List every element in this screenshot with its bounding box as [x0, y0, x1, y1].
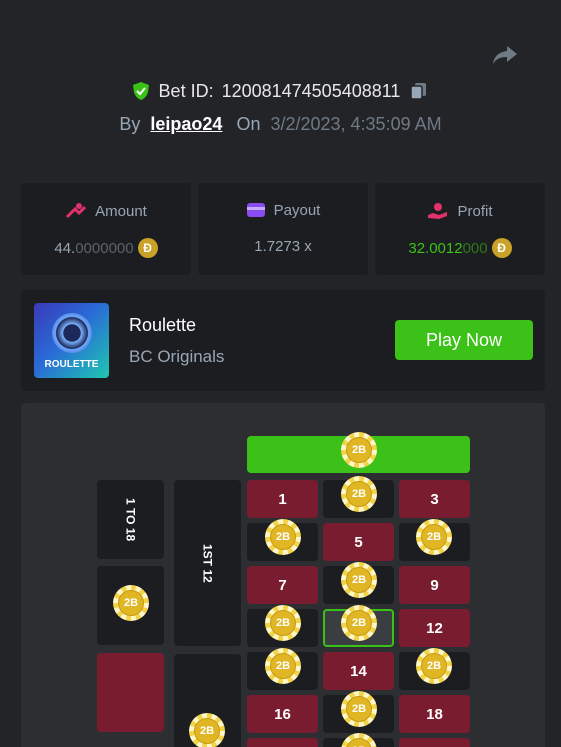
- bet-chip: 2B: [416, 648, 452, 684]
- on-label: On: [236, 114, 261, 134]
- amount-icon: [66, 203, 87, 219]
- game-card: ROULETTE Roulette BC Originals Play Now: [21, 290, 545, 391]
- bet-chip: 2B: [265, 648, 301, 684]
- bet-chip: 2B: [341, 605, 377, 641]
- number-cell[interactable]: 1: [247, 480, 318, 518]
- dogecoin-icon: Đ: [491, 238, 512, 258]
- first-dozen-cell[interactable]: 1ST 12: [174, 480, 241, 646]
- bet-chip: 2B: [341, 691, 377, 727]
- bet-id-line: Bet ID: 120081474505408811: [0, 80, 561, 102]
- number-cell[interactable]: 16: [247, 695, 318, 733]
- profit-label: Profit: [457, 202, 493, 220]
- bet-chip: 2B: [341, 562, 377, 598]
- amount-card: Amount 44. 0000000 Đ: [21, 183, 191, 275]
- bet-chip: 2B: [113, 585, 149, 621]
- amount-value-main: 44.: [54, 239, 76, 257]
- amount-label: Amount: [95, 202, 147, 220]
- play-now-button[interactable]: Play Now: [395, 320, 533, 360]
- dogecoin-icon: Đ: [137, 238, 158, 258]
- number-cell[interactable]: 5: [323, 523, 394, 561]
- bet-chip: 2B: [341, 476, 377, 512]
- bet-chip: 2B: [416, 519, 452, 555]
- roulette-wheel-icon: [52, 313, 92, 353]
- copy-icon[interactable]: [408, 80, 430, 102]
- number-cell[interactable]: [247, 738, 318, 747]
- number-cell[interactable]: [399, 738, 470, 747]
- number-cell[interactable]: 12: [399, 609, 470, 647]
- amount-value-dim: 0000000: [75, 239, 134, 257]
- bet-chip: 2B: [189, 713, 225, 747]
- username-link[interactable]: leipao24: [150, 114, 222, 135]
- share-icon[interactable]: [490, 40, 520, 70]
- dozen-label: 1ST 12: [200, 543, 215, 583]
- bet-chip: 2B: [341, 432, 377, 468]
- payout-card: Payout 1.7273 x: [198, 183, 368, 275]
- game-subtitle: BC Originals: [129, 347, 225, 366]
- profit-value-main: 32.0012: [408, 239, 463, 257]
- bet-id-label: Bet ID:: [158, 80, 214, 101]
- payout-label: Payout: [273, 201, 321, 219]
- thumbnail-label: ROULETTE: [44, 359, 99, 370]
- payout-value: 1.7273 x: [254, 238, 312, 255]
- profit-value-dim: 000: [462, 239, 488, 257]
- number-cell[interactable]: 14: [323, 652, 394, 690]
- number-cell[interactable]: 18: [399, 695, 470, 733]
- profit-card: Profit 32.0012 000 Đ: [375, 183, 545, 275]
- bet-id-value: 120081474505408811: [221, 80, 401, 101]
- bet-chip: 2B: [341, 733, 377, 747]
- wallet-icon: [246, 203, 265, 217]
- range-label: 1 TO 18: [123, 497, 138, 542]
- red-color-cell[interactable]: [97, 653, 164, 732]
- bet-chip: 2B: [265, 605, 301, 641]
- roulette-thumbnail[interactable]: ROULETTE: [34, 303, 109, 378]
- by-label: By: [119, 114, 141, 134]
- range-1-to-18-cell[interactable]: 1 TO 18: [97, 480, 164, 559]
- shield-check-icon: [132, 82, 149, 100]
- bet-date: 3/2/2023, 4:35:09 AM: [270, 114, 442, 134]
- number-cell[interactable]: 3: [399, 480, 470, 518]
- profit-hand-icon: [428, 203, 448, 219]
- roulette-board: 1 TO 18 1ST 12 1 3 5 7 9 12 14 16 18 2B …: [21, 403, 545, 747]
- number-cell[interactable]: 7: [247, 566, 318, 604]
- bet-chip: 2B: [265, 519, 301, 555]
- byline: By leipao24 On 3/2/2023, 4:35:09 AM: [0, 114, 561, 135]
- game-title: Roulette: [129, 315, 197, 335]
- number-cell[interactable]: 9: [399, 566, 470, 604]
